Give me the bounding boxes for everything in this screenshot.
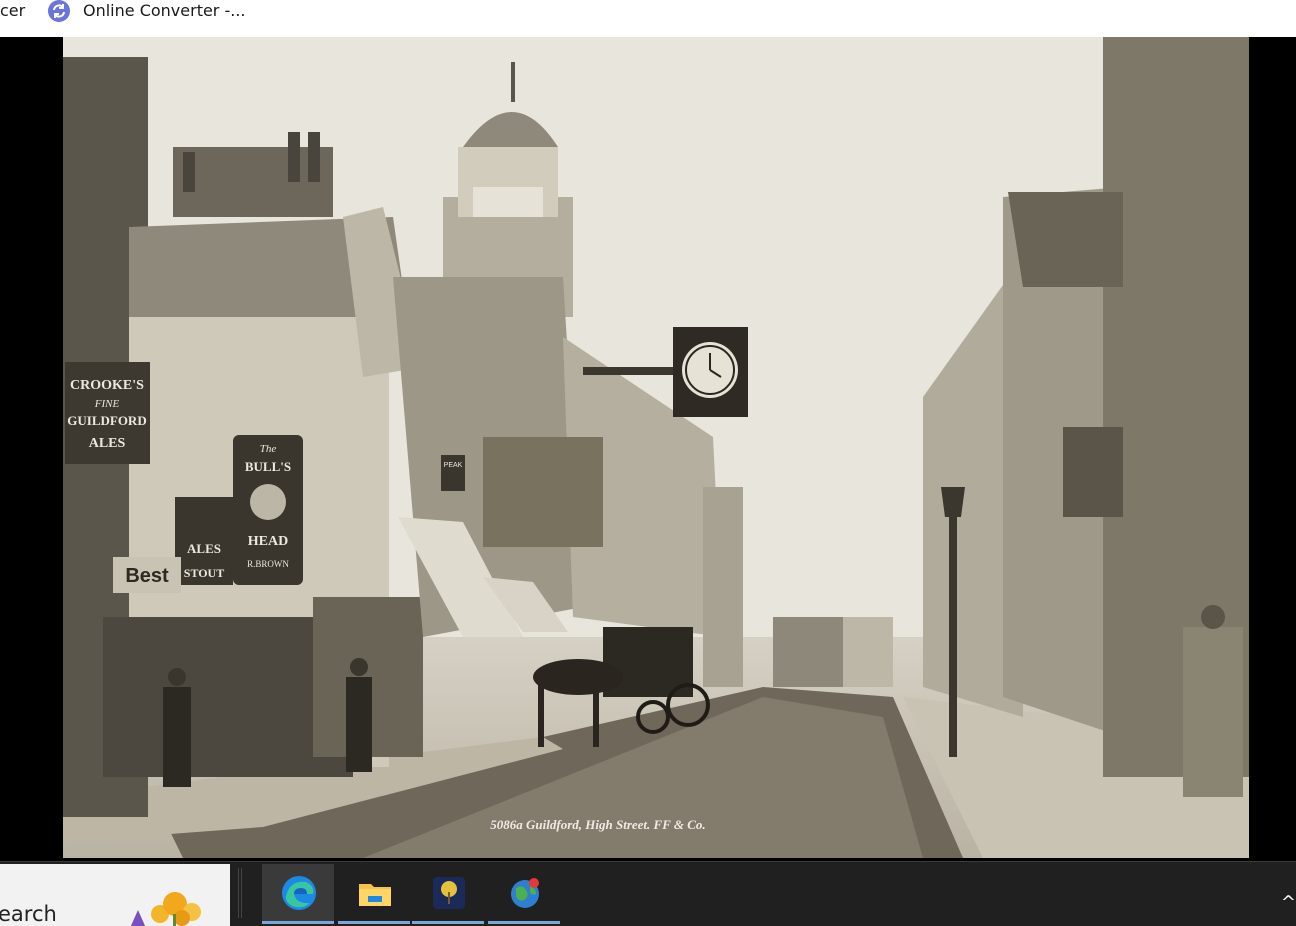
- globe-app-indicator: [488, 921, 560, 924]
- crookes-sign-line1: CROOKE'S: [70, 378, 144, 393]
- app-2017-indicator: [412, 921, 484, 924]
- tree-app-icon: [433, 877, 465, 909]
- tab-partial[interactable]: cer: [0, 0, 25, 22]
- crookes-sign-line2: FINE: [94, 398, 120, 410]
- crookes-sign-line4: ALES: [89, 436, 126, 451]
- guildford-street-photo: CROOKE'S FINE GUILDFORD ALES The BULL'S …: [63, 37, 1249, 858]
- bulls-head-line2: BULL'S: [245, 459, 291, 474]
- best-sign: Best: [125, 565, 169, 587]
- taskbar-separator: [238, 868, 242, 918]
- bulls-head-line4: R.BROWN: [247, 559, 289, 569]
- edge-active-indicator: [262, 921, 334, 924]
- ales-sign-line1: ALES: [187, 541, 221, 556]
- search-text: earch: [0, 902, 57, 926]
- globe-icon: [511, 878, 539, 908]
- file-explorer-indicator: [338, 921, 410, 924]
- taskbar-file-explorer-button[interactable]: [338, 864, 410, 924]
- bulls-head-line3: HEAD: [248, 534, 288, 549]
- ales-sign-line2: STOUT: [184, 566, 224, 580]
- peak-sign: PEAK: [444, 462, 463, 469]
- taskbar-edge-button[interactable]: [262, 864, 334, 924]
- tab-partial-label: cer: [0, 1, 26, 20]
- photo-caption: 5086a Guildford, High Street. FF & Co.: [490, 817, 705, 832]
- photo-illustration: CROOKE'S FINE GUILDFORD ALES The BULL'S …: [63, 37, 1249, 858]
- tab-online-converter[interactable]: Online Converter -...: [47, 0, 246, 22]
- converter-icon: [48, 0, 70, 22]
- image-viewer: CROOKE'S FINE GUILDFORD ALES The BULL'S …: [0, 37, 1296, 861]
- bulls-head-line1: The: [260, 443, 277, 455]
- folder-icon: [359, 884, 391, 906]
- taskbar-globe-app-button[interactable]: [488, 864, 560, 924]
- tab-online-converter-label: Online Converter -...: [83, 1, 246, 20]
- browser-tab-strip: cer Online Converter -...: [0, 0, 1296, 38]
- search-highlight-flowers-icon: [130, 892, 201, 926]
- crookes-sign-line3: GUILDFORD: [67, 413, 146, 428]
- edge-icon: [282, 876, 316, 910]
- tray-chevron-up-icon[interactable]: ^: [1281, 892, 1296, 913]
- taskbar: earch ^: [0, 861, 1296, 926]
- taskbar-app-2017-button[interactable]: [412, 864, 484, 924]
- taskbar-search-box[interactable]: earch: [0, 864, 230, 926]
